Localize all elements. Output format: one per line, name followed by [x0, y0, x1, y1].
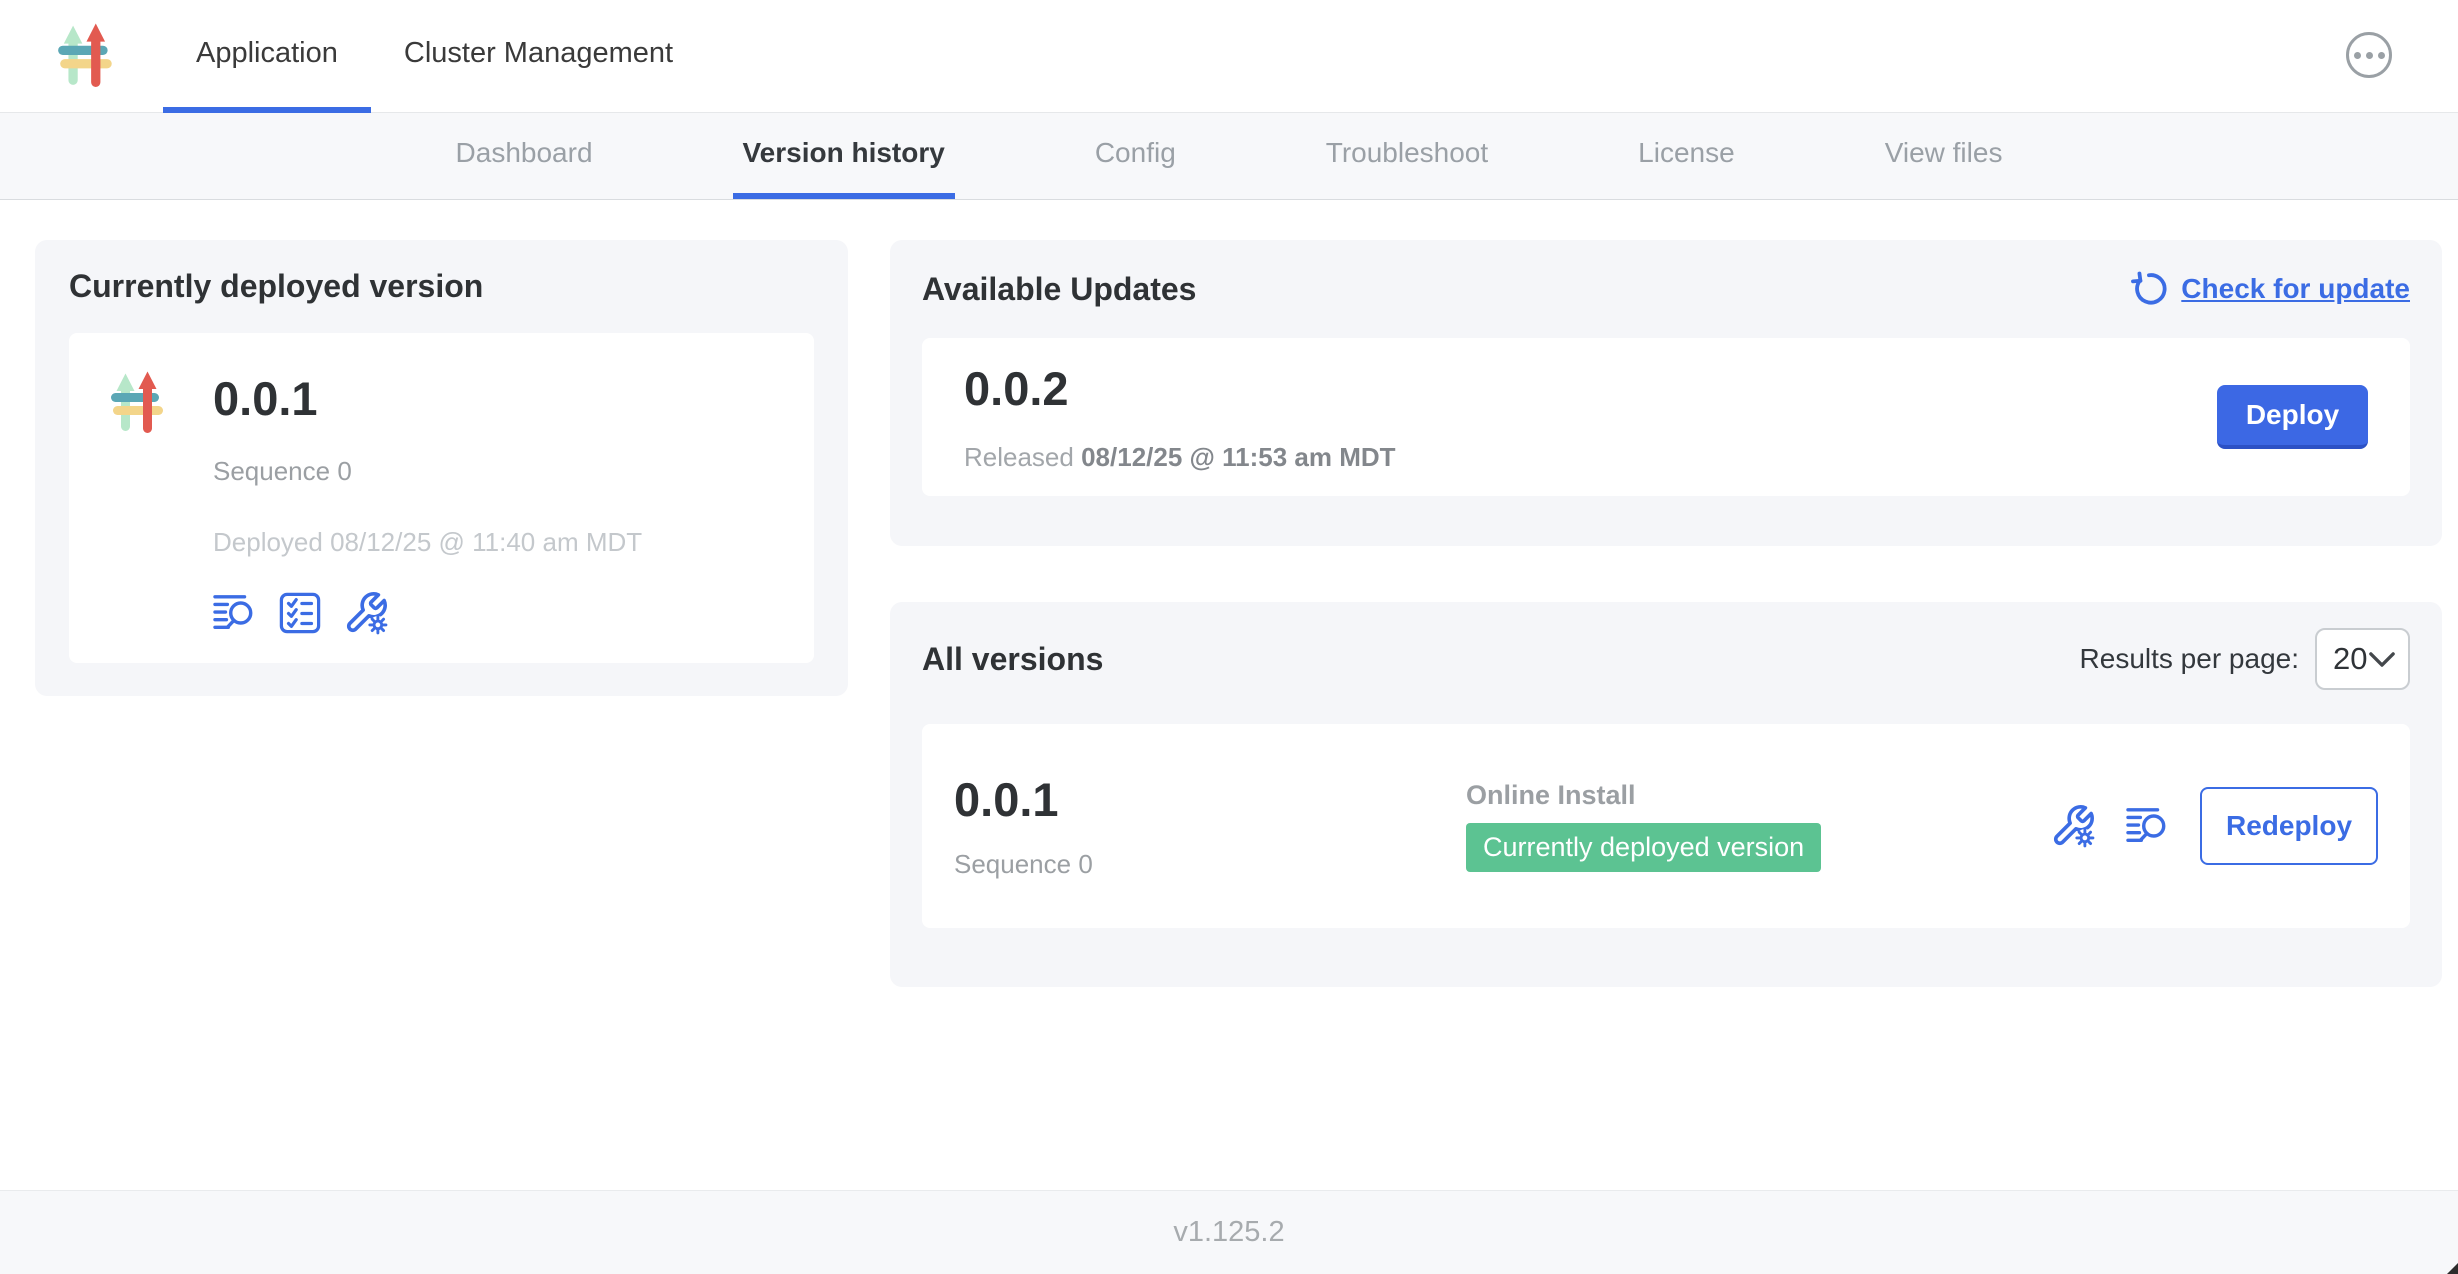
view-logs-button[interactable] [213, 593, 257, 633]
row-version-number: 0.0.1 [954, 772, 1466, 827]
tab-cluster-management-label: Cluster Management [404, 37, 673, 70]
currently-deployed-card: Currently deployed version 0.0.1 Sequenc… [35, 240, 848, 696]
subnav-item-view-files[interactable]: View files [1875, 113, 2013, 199]
subnav-item-config[interactable]: Config [1085, 113, 1186, 199]
chevron-down-icon [2369, 652, 2395, 667]
deployed-sequence-label: Sequence 0 [213, 456, 642, 487]
subnav-item-troubleshoot[interactable]: Troubleshoot [1316, 113, 1498, 199]
app-footer: v1.125.2 [0, 1190, 2458, 1274]
header-tabs: Application Cluster Management [163, 0, 706, 113]
view-logs-icon [2126, 806, 2170, 846]
subnav-item-dashboard[interactable]: Dashboard [446, 113, 603, 199]
app-header: Application Cluster Management [0, 0, 2458, 113]
wrench-gear-icon [2050, 803, 2096, 849]
refresh-icon [2129, 270, 2167, 308]
deploy-button[interactable]: Deploy [2217, 385, 2368, 449]
tab-cluster-management[interactable]: Cluster Management [371, 0, 706, 113]
deployed-timestamp: Deployed 08/12/25 @ 11:40 am MDT [213, 527, 642, 558]
results-per-page-select[interactable]: 20 [2315, 628, 2410, 690]
update-version-number: 0.0.2 [964, 361, 1396, 416]
version-row: 0.0.1 Sequence 0 Online Install Currentl… [922, 724, 2410, 928]
available-update-row: 0.0.2 Released 08/12/25 @ 11:53 am MDT D… [922, 338, 2410, 496]
deployed-card-title: Currently deployed version [69, 268, 814, 305]
edit-config-button[interactable] [343, 590, 389, 636]
install-type-label: Online Install [1466, 780, 2050, 811]
tab-application-label: Application [196, 37, 338, 70]
all-versions-title: All versions [922, 641, 1103, 678]
row-sequence-label: Sequence 0 [954, 849, 1466, 880]
wrench-gear-icon [343, 590, 389, 636]
updates-card-title: Available Updates [922, 271, 1196, 308]
app-logo-icon [109, 371, 169, 625]
app-subnav: Dashboard Version history Config Trouble… [0, 113, 2458, 200]
view-logs-button[interactable] [2126, 806, 2170, 846]
preflight-checks-button[interactable] [279, 592, 321, 634]
console-version-label: v1.125.2 [1173, 1216, 1284, 1249]
edit-config-button[interactable] [2050, 803, 2096, 849]
results-per-page-label: Results per page: [2080, 643, 2299, 675]
deployed-version-panel: 0.0.1 Sequence 0 Deployed 08/12/25 @ 11:… [69, 333, 814, 663]
view-logs-icon [213, 593, 257, 633]
deployed-version-number: 0.0.1 [213, 371, 642, 426]
subnav-item-license[interactable]: License [1628, 113, 1745, 199]
tab-application[interactable]: Application [163, 0, 371, 113]
check-for-update-link[interactable]: Check for update [2129, 270, 2410, 308]
all-versions-card: All versions Results per page: 20 0.0.1 … [890, 602, 2442, 987]
checklist-icon [279, 592, 321, 634]
redeploy-button[interactable]: Redeploy [2200, 787, 2378, 865]
main-content: Currently deployed version 0.0.1 Sequenc… [0, 201, 2458, 1190]
available-updates-card: Available Updates Check for update 0.0.2… [890, 240, 2442, 546]
more-menu-button[interactable] [2346, 32, 2392, 78]
app-logo-icon [58, 23, 116, 89]
update-released-timestamp: Released 08/12/25 @ 11:53 am MDT [964, 442, 1396, 473]
ellipsis-icon [2354, 52, 2361, 59]
subnav-item-version-history[interactable]: Version history [733, 113, 955, 199]
currently-deployed-badge: Currently deployed version [1466, 823, 1821, 872]
window-resize-corner [2447, 1263, 2458, 1274]
